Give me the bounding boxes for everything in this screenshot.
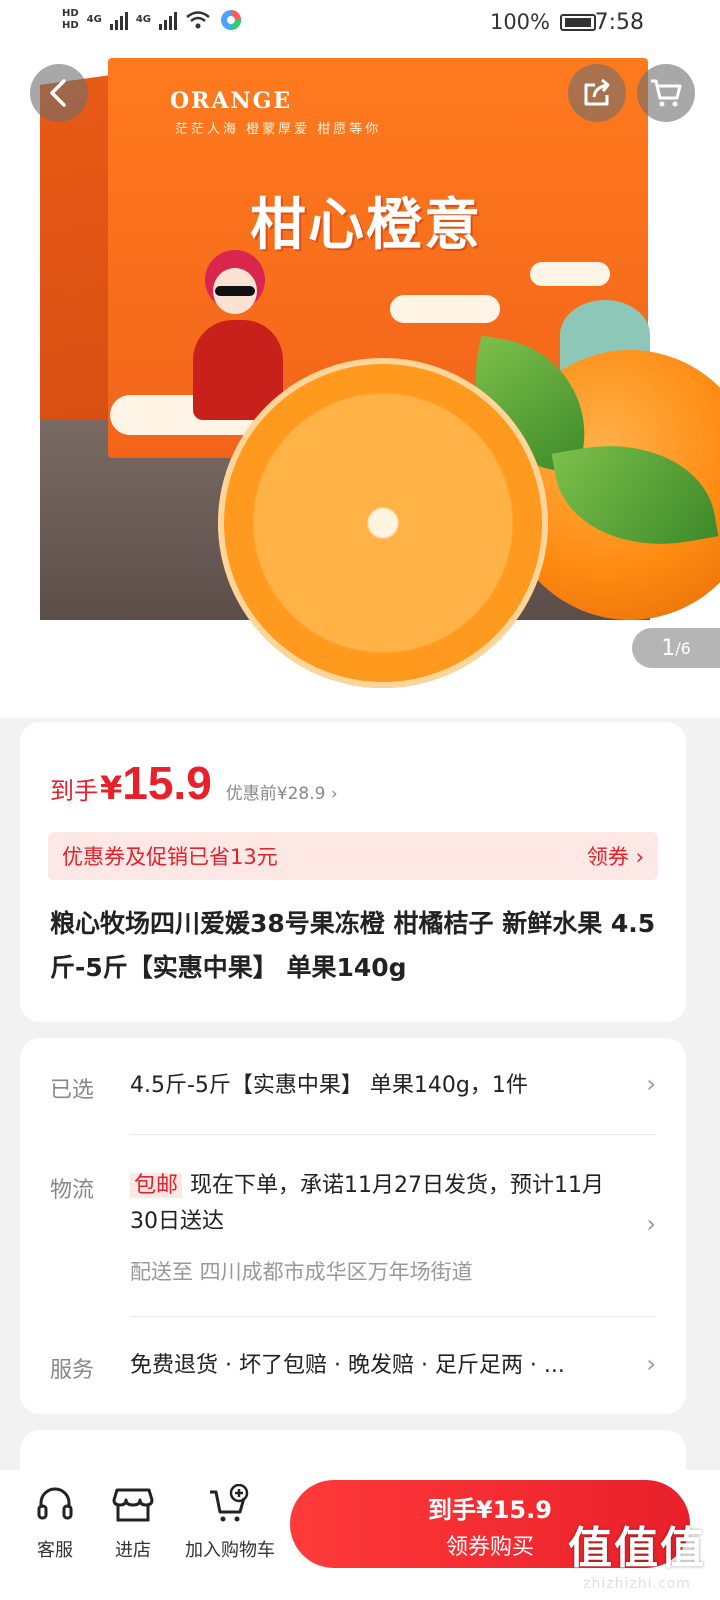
logistics-text: 现在下单，承诺11月27日发货，预计11月30日送达 <box>130 1173 604 1234</box>
coupon-banner[interactable]: 优惠券及促销已省13元 领券 › <box>48 832 658 880</box>
clock: 7:58 <box>594 10 644 35</box>
add-cart-icon <box>210 1484 249 1522</box>
signal-icon <box>109 10 128 30</box>
add-to-cart-button[interactable]: 加入购物车 <box>172 1470 288 1600</box>
hd-indicator: HD <box>62 20 79 31</box>
half-orange-image <box>218 358 548 688</box>
wifi-icon <box>186 11 210 29</box>
battery-percent: 100% <box>489 10 550 34</box>
price-label: 到手 <box>50 777 98 805</box>
customer-service-label: 客服 <box>37 1540 73 1561</box>
original-price-link[interactable]: 优惠前¥28.9 › <box>226 779 338 804</box>
currency-symbol: ¥ <box>100 769 123 807</box>
share-button[interactable] <box>568 64 626 122</box>
share-icon <box>584 78 610 106</box>
cloud-decoration <box>530 262 610 286</box>
final-price: 15.9 <box>122 757 212 809</box>
divider <box>130 1134 656 1135</box>
selected-value: 4.5斤-5斤【实惠中果】 单果140g，1件 <box>130 1073 528 1098</box>
network-type: 4G <box>135 14 152 25</box>
bottom-action-bar: 客服 进店 加入购物车 到手¥15.9 领券购买 值值值 zhizhizhi.c… <box>0 1470 720 1600</box>
watermark: 值值值 zhizhizhi.com <box>568 1512 706 1592</box>
watermark-url: zhizhizhi.com <box>583 1576 691 1592</box>
logistics-value: 包邮 现在下单，承诺11月27日发货，预计11月30日送达 <box>130 1168 630 1240</box>
product-page: ORANGE 茫茫人海 橙蒙厚爱 柑愿等你 柑心橙意 1/6 HD HD 4G <box>0 0 720 1600</box>
headset-icon <box>37 1487 73 1520</box>
free-shipping-badge: 包邮 <box>130 1173 183 1198</box>
delivery-address: 配送至 四川成都市成华区万年场街道 <box>130 1260 473 1284</box>
cart-icon <box>651 79 682 107</box>
box-slogan: 茫茫人海 橙蒙厚爱 柑愿等你 <box>175 122 382 137</box>
divider <box>130 1316 656 1317</box>
store-label: 进店 <box>115 1540 151 1561</box>
gallery-pager: 1/6 <box>632 628 720 668</box>
opera-figure-illustration <box>175 250 295 420</box>
box-word: ORANGE <box>170 88 293 114</box>
selected-label: 已选 <box>50 1078 95 1103</box>
price-row: 到手 ¥ 15.9 优惠前¥28.9 › <box>50 756 338 810</box>
hd-indicator: HD <box>62 8 79 19</box>
logistics-label: 物流 <box>50 1178 95 1203</box>
add-to-cart-label: 加入购物车 <box>185 1540 275 1561</box>
detail-card: 已选 4.5斤-5斤【实惠中果】 单果140g，1件 › 物流 包邮 现在下单，承… <box>20 1038 686 1414</box>
app-notification-icon <box>221 10 242 30</box>
cloud-decoration <box>390 295 500 323</box>
service-label: 服务 <box>50 1358 95 1383</box>
get-coupon-link[interactable]: 领券 › <box>587 841 644 871</box>
box-brand: 柑心橙意 <box>250 192 482 258</box>
coupon-text: 优惠券及促销已省13元 <box>62 845 278 869</box>
hd-indicators: HD HD <box>62 8 79 32</box>
pager-total: /6 <box>675 638 691 658</box>
back-button[interactable] <box>30 64 88 122</box>
status-bar: HD HD 4G 4G 100% 7:58 <box>0 0 720 50</box>
battery-icon <box>560 14 596 31</box>
signal-icon <box>159 10 178 30</box>
product-title: 粮心牧场四川爱媛38号果冻橙 柑橘桔子 新鲜水果 4.5斤-5斤【实惠中果】 单… <box>50 909 656 982</box>
cart-button[interactable] <box>637 64 695 122</box>
chevron-right-icon: › <box>646 1210 656 1238</box>
chevron-right-icon: › <box>646 1350 656 1378</box>
store-icon <box>112 1488 154 1522</box>
network-type: 4G <box>86 14 102 25</box>
pager-current: 1 <box>661 635 676 661</box>
service-value: 免费退货 · 坏了包赔 · 晚发赔 · 足斤足两 · ... <box>130 1353 565 1378</box>
chevron-right-icon: › <box>646 1070 656 1098</box>
price-card: 到手 ¥ 15.9 优惠前¥28.9 › 优惠券及促销已省13元 领券 › 粮心… <box>20 722 686 1022</box>
back-arrow-icon <box>50 79 66 107</box>
watermark-logo: 值值值 <box>568 1523 706 1574</box>
box-side <box>40 75 110 465</box>
